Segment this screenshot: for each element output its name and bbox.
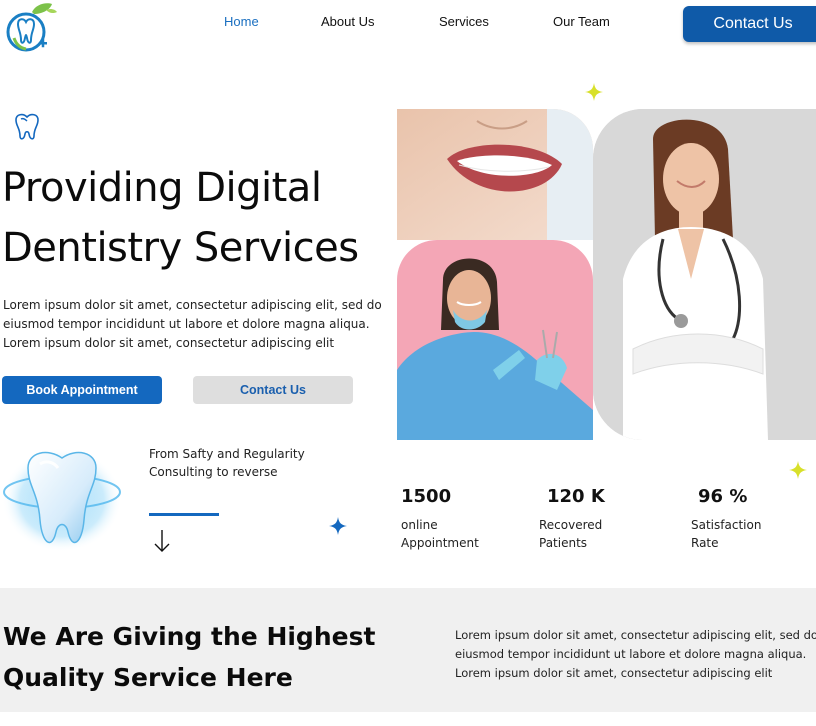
- stat-label-patients: Recovered Patients: [539, 518, 603, 550]
- section-title-line-2: Quality Service Here: [3, 663, 293, 692]
- sparkle-icon: [789, 461, 807, 479]
- sparkle-icon: [329, 517, 347, 535]
- consult-text: From Safty and Regularity Consulting to …: [149, 447, 305, 479]
- section-description: Lorem ipsum dolor sit amet, consectetur …: [455, 628, 816, 680]
- stat-label-satisfaction: Satisfaction Rate: [691, 518, 762, 550]
- tooth-logo-icon: [6, 3, 57, 52]
- arrow-down-icon[interactable]: [152, 528, 172, 554]
- hero-title-line-1: Providing Digital: [2, 165, 322, 211]
- stat-label-appointments: online Appointment: [401, 518, 479, 550]
- doctor-photo: [593, 109, 816, 440]
- consult-divider: [149, 513, 219, 516]
- book-appointment-button[interactable]: Book Appointment: [2, 376, 162, 404]
- nav-services[interactable]: Services: [439, 14, 489, 29]
- stat-value-appointments: 1500: [401, 486, 452, 507]
- stat-value-satisfaction: 96 %: [698, 486, 748, 507]
- section-title-line-1: We Are Giving the Highest: [3, 622, 376, 651]
- hero-description: Lorem ipsum dolor sit amet, consectetur …: [3, 298, 382, 350]
- section-title: We Are Giving the Highest Quality Servic…: [3, 616, 423, 698]
- sparkle-icon: [585, 83, 603, 101]
- smile-photo: [397, 109, 593, 240]
- nav-home[interactable]: Home: [224, 14, 259, 29]
- hero-title-line-2: Dentistry Services: [2, 225, 359, 271]
- contact-us-button[interactable]: Contact Us: [193, 376, 353, 404]
- hero-title: Providing Digital Dentistry Services: [2, 158, 392, 278]
- nav-our-team[interactable]: Our Team: [553, 14, 610, 29]
- stat-value-patients: 120 K: [547, 486, 605, 507]
- logo[interactable]: [2, 2, 58, 54]
- contact-us-nav-button[interactable]: Contact Us: [683, 6, 816, 42]
- bottom-strip: [0, 712, 816, 726]
- dentist-pink-photo: [397, 240, 593, 440]
- nav-about-us[interactable]: About Us: [321, 14, 374, 29]
- tooth-3d-icon: [0, 440, 125, 565]
- tooth-outline-icon: [12, 112, 42, 142]
